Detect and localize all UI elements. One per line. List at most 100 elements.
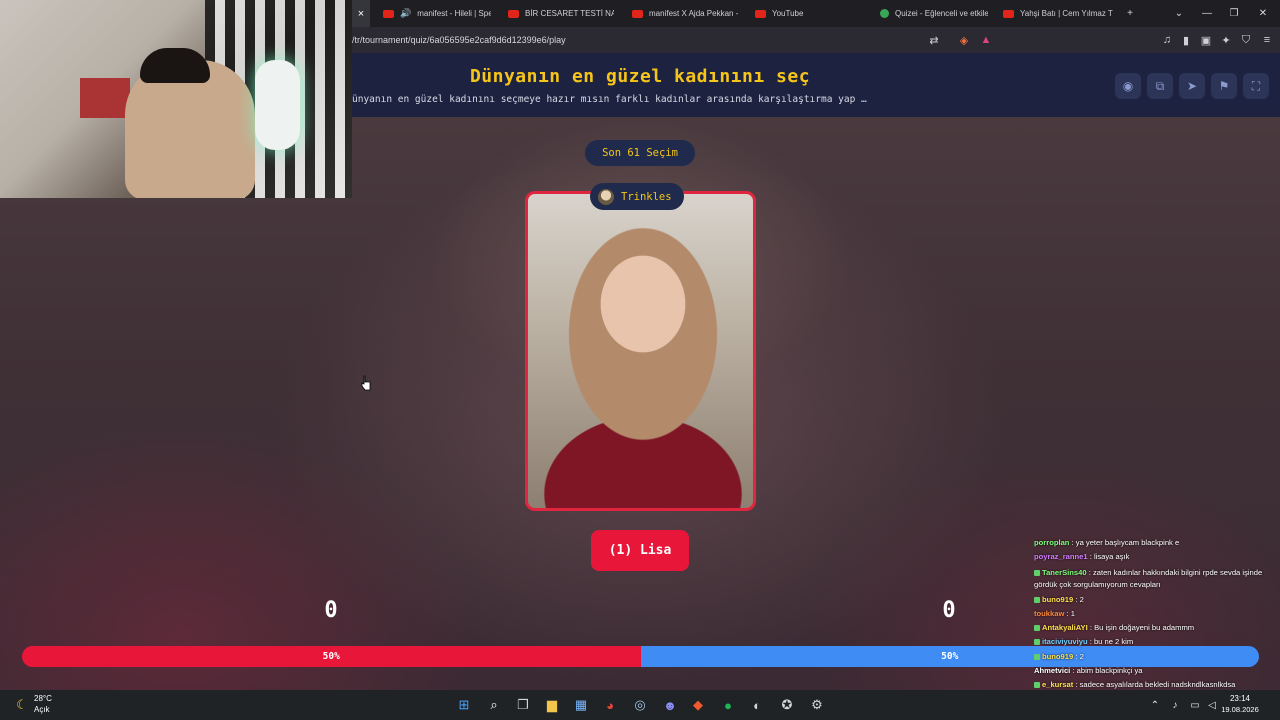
- chat-username[interactable]: AntakyaliAYI: [1042, 623, 1088, 632]
- translate-icon[interactable]: ⇄: [925, 27, 943, 53]
- tab-5[interactable]: Quizei - Eğlenceli ve etkile: [880, 0, 988, 27]
- search-icon[interactable]: ⌕: [480, 690, 508, 720]
- right-percent: 50%: [941, 651, 959, 662]
- chat-username[interactable]: porroplan: [1034, 538, 1069, 547]
- close-icon: ✕: [1258, 8, 1268, 19]
- chat-username[interactable]: Ahmetvici: [1034, 666, 1070, 675]
- tab-2[interactable]: BİR CESARET TESTİ NASIL: [508, 0, 614, 27]
- choice-button[interactable]: (1) Lisa: [591, 530, 689, 571]
- menu-icon[interactable]: ≡: [1258, 27, 1276, 53]
- chrome-icon[interactable]: ◕: [596, 690, 624, 720]
- left-score: 0: [324, 598, 338, 623]
- spotify-icon[interactable]: ●: [714, 690, 742, 720]
- app-icon[interactable]: ✪: [773, 690, 801, 720]
- chat-badge-icon: [1034, 569, 1040, 576]
- chat-username[interactable]: poyraz_ranne1: [1034, 552, 1088, 561]
- chat-badge-icon: [1034, 625, 1040, 632]
- chat-badge-icon: [1034, 682, 1040, 689]
- copy-button[interactable]: ⧉: [1147, 73, 1173, 99]
- chat-text: ya yeter başlıycam blackpink e: [1075, 538, 1180, 547]
- report-button[interactable]: ⚑: [1211, 73, 1237, 99]
- restore-button[interactable]: ❐: [1221, 0, 1247, 27]
- chat-username[interactable]: buno919: [1042, 595, 1073, 604]
- close-window-button[interactable]: ✕: [1250, 0, 1276, 27]
- youtube-icon: [383, 9, 394, 18]
- brave-icon[interactable]: ◆: [684, 690, 712, 720]
- store-icon[interactable]: ▦: [567, 690, 595, 720]
- settings-icon[interactable]: ⚙: [803, 690, 831, 720]
- tab-6[interactable]: Yahşi Batı | Cem Yılmaz Tü: [1003, 0, 1113, 27]
- tab-title: manifest - Hileli | Spe: [417, 9, 491, 18]
- ai-icon[interactable]: ✦: [1217, 27, 1235, 53]
- weather-desc: Açık: [34, 705, 50, 714]
- new-tab-button[interactable]: +: [1117, 0, 1143, 27]
- minimize-button[interactable]: —: [1194, 0, 1220, 27]
- eye-icon: ◉: [1122, 79, 1134, 93]
- tab-title: manifest X Ajda Pekkan -: [649, 9, 738, 18]
- steam-icon[interactable]: ◎: [626, 690, 654, 720]
- clock-date[interactable]: 19.08.2026: [1220, 705, 1260, 714]
- tab-1[interactable]: 🔊 manifest - Hileli | Spe: [383, 0, 491, 27]
- youtube-icon: [632, 9, 643, 18]
- obs-icon[interactable]: ◐: [743, 690, 771, 720]
- copy-icon: ⧉: [1155, 78, 1165, 93]
- rewards-icon[interactable]: ▲: [977, 27, 995, 53]
- view-button[interactable]: ◉: [1115, 73, 1141, 99]
- clock-time[interactable]: 23:14: [1220, 694, 1260, 703]
- speaker-icon: 🔊: [400, 8, 412, 18]
- chat-text: lisaya aşık: [1093, 552, 1130, 562]
- chat-message: porroplan : ya yeter başlıycam blackpink…: [1034, 536, 1280, 550]
- chat-message: buno919 : 2: [1034, 650, 1280, 664]
- tab-list-button[interactable]: ⌄: [1166, 0, 1192, 27]
- vpn-icon[interactable]: ⛉: [1237, 27, 1255, 53]
- round-label: Son 61 Seçim: [585, 140, 695, 166]
- weather-icon[interactable]: ☾: [8, 690, 36, 720]
- chat-message: AntakyaliAYI : Bu işin doğayeni bu adamm…: [1034, 621, 1280, 635]
- share-button[interactable]: ➤: [1179, 73, 1205, 99]
- chat-username[interactable]: toukkaw: [1034, 609, 1064, 618]
- chat-badge-icon: [1034, 596, 1040, 603]
- chat-username[interactable]: e_kursat: [1042, 680, 1073, 689]
- folder-icon[interactable]: ▆: [538, 690, 566, 720]
- chat-username[interactable]: itaciviyuviyu: [1042, 637, 1088, 646]
- chat-text: 1: [1070, 608, 1075, 618]
- creator-name: Trinkles: [621, 190, 672, 203]
- fullscreen-button[interactable]: ⛶: [1243, 73, 1269, 99]
- brave-shield-icon[interactable]: ◈: [955, 27, 973, 53]
- streamer-hair: [140, 48, 210, 83]
- chevron-up-icon[interactable]: ⌃: [1146, 690, 1164, 720]
- sidebar-icon[interactable]: ▮: [1177, 27, 1195, 53]
- chat-message: itaciviyuviyu : bu ne 2 kim: [1034, 635, 1280, 649]
- youtube-icon: [755, 9, 766, 18]
- chat-username[interactable]: TanerSins40: [1042, 568, 1087, 577]
- chat-badge-icon: [1034, 639, 1040, 646]
- chat-text: 2: [1079, 594, 1084, 604]
- volume-icon[interactable]: ◁: [1203, 690, 1221, 720]
- url-field[interactable]: /tr/tournament/quiz/6a056595e2caf9d6d123…: [352, 27, 566, 53]
- chevron-down-icon: ⌄: [1174, 8, 1184, 19]
- tab-title: Quizei - Eğlenceli ve etkile: [895, 9, 988, 18]
- chat-username[interactable]: buno919: [1042, 652, 1073, 661]
- shelf: [80, 78, 130, 118]
- chat-message: poyraz_ranne1 : lisaya aşık: [1034, 550, 1280, 564]
- chat-message: buno919 : 2: [1034, 593, 1280, 607]
- music-icon[interactable]: ♫: [1158, 27, 1176, 53]
- creator-badge[interactable]: Trinkles: [590, 183, 684, 210]
- discord-icon[interactable]: ☻: [656, 690, 684, 720]
- wallet-icon[interactable]: ▣: [1197, 27, 1215, 53]
- plus-icon: +: [1127, 8, 1133, 19]
- tab-title: Yahşi Batı | Cem Yılmaz Tü: [1020, 9, 1113, 18]
- left-progress-fill: 50%: [22, 646, 641, 667]
- task-view-icon[interactable]: ❐: [509, 690, 537, 720]
- youtube-icon: [508, 9, 519, 18]
- flag-icon: ⚑: [1218, 79, 1230, 93]
- tab-3[interactable]: manifest X Ajda Pekkan -: [632, 0, 738, 27]
- tab-4[interactable]: YouTube: [755, 0, 855, 27]
- contestant-image[interactable]: [525, 191, 756, 511]
- network-icon[interactable]: ▭: [1186, 690, 1204, 720]
- minimize-icon: —: [1202, 8, 1212, 19]
- start-icon[interactable]: ⊞: [450, 690, 478, 720]
- microphone-icon[interactable]: ♪: [1166, 690, 1184, 720]
- webcam-overlay: [0, 0, 352, 198]
- tab-close-button[interactable]: ×: [352, 0, 370, 27]
